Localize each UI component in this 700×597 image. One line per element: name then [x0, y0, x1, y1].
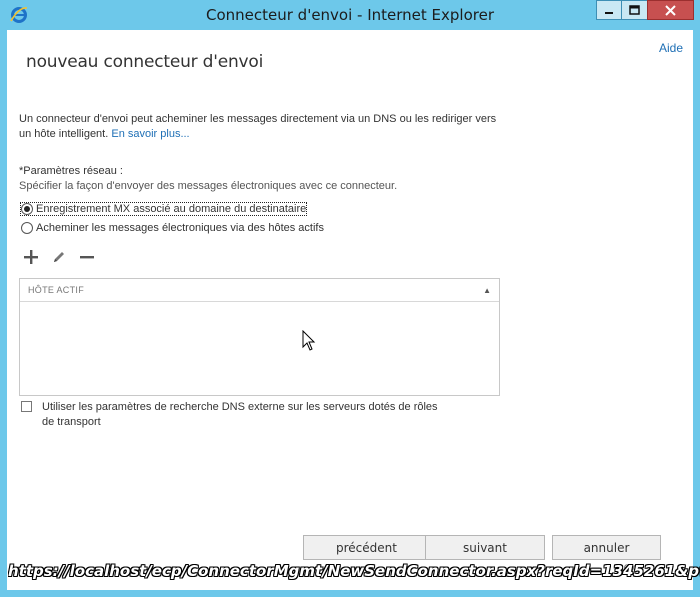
radio-label-mx-record: Enregistrement MX associé au domaine du …	[36, 203, 307, 215]
plus-icon	[24, 250, 38, 264]
radio-button-unselected[interactable]	[21, 222, 33, 234]
host-toolbar	[21, 248, 105, 266]
external-dns-checkbox[interactable]	[21, 401, 32, 412]
intro-description: Un connecteur d'envoi peut acheminer les…	[19, 113, 497, 140]
maximize-icon	[629, 5, 640, 15]
close-icon	[665, 4, 676, 16]
radio-smart-hosts[interactable]: Acheminer les messages électroniques via…	[21, 222, 324, 234]
external-dns-option[interactable]: Utiliser les paramètres de recherche DNS…	[21, 400, 442, 430]
network-settings-label: *Paramètres réseau :	[19, 165, 123, 177]
dialog-content: Aide nouveau connecteur d'envoi Un conne…	[7, 30, 693, 590]
radio-button-selected[interactable]	[21, 203, 33, 215]
remove-host-button[interactable]	[77, 248, 97, 266]
learn-more-link[interactable]: En savoir plus...	[111, 128, 189, 140]
active-hosts-table[interactable]: HÔTE ACTIF ▲	[19, 278, 500, 396]
close-button[interactable]	[647, 0, 694, 20]
help-link[interactable]: Aide	[659, 41, 683, 55]
network-settings-description: Spécifier la façon d'envoyer des message…	[19, 180, 398, 192]
maximize-button[interactable]	[621, 0, 648, 20]
edit-host-button[interactable]	[49, 248, 69, 266]
minimize-button[interactable]	[596, 0, 622, 20]
url-overlay: https://localhost/ecp/ConnectorMgmt/NewS…	[8, 562, 700, 580]
page-title: nouveau connecteur d'envoi	[26, 52, 264, 72]
table-header[interactable]: HÔTE ACTIF ▲	[20, 279, 499, 302]
radio-mx-record[interactable]: Enregistrement MX associé au domaine du …	[19, 202, 308, 216]
sort-up-icon[interactable]: ▲	[483, 286, 491, 295]
browser-window: Connecteur d'envoi - Internet Explorer A…	[0, 0, 700, 597]
minimize-icon	[605, 12, 613, 14]
minus-icon	[80, 256, 94, 259]
column-header-active-host[interactable]: HÔTE ACTIF	[28, 285, 84, 295]
pencil-icon	[54, 252, 64, 262]
window-title: Connecteur d'envoi - Internet Explorer	[205, 6, 495, 24]
cancel-button[interactable]: annuler	[552, 535, 661, 560]
intro-text: Un connecteur d'envoi peut acheminer les…	[19, 112, 509, 142]
previous-button[interactable]: précédent	[303, 535, 430, 560]
radio-label-smart-hosts: Acheminer les messages électroniques via…	[36, 222, 324, 234]
mouse-cursor-icon	[302, 330, 316, 351]
next-button[interactable]: suivant	[425, 535, 545, 560]
add-host-button[interactable]	[21, 248, 41, 266]
external-dns-label: Utiliser les paramètres de recherche DNS…	[42, 401, 438, 428]
title-bar[interactable]: Connecteur d'envoi - Internet Explorer	[0, 0, 700, 30]
